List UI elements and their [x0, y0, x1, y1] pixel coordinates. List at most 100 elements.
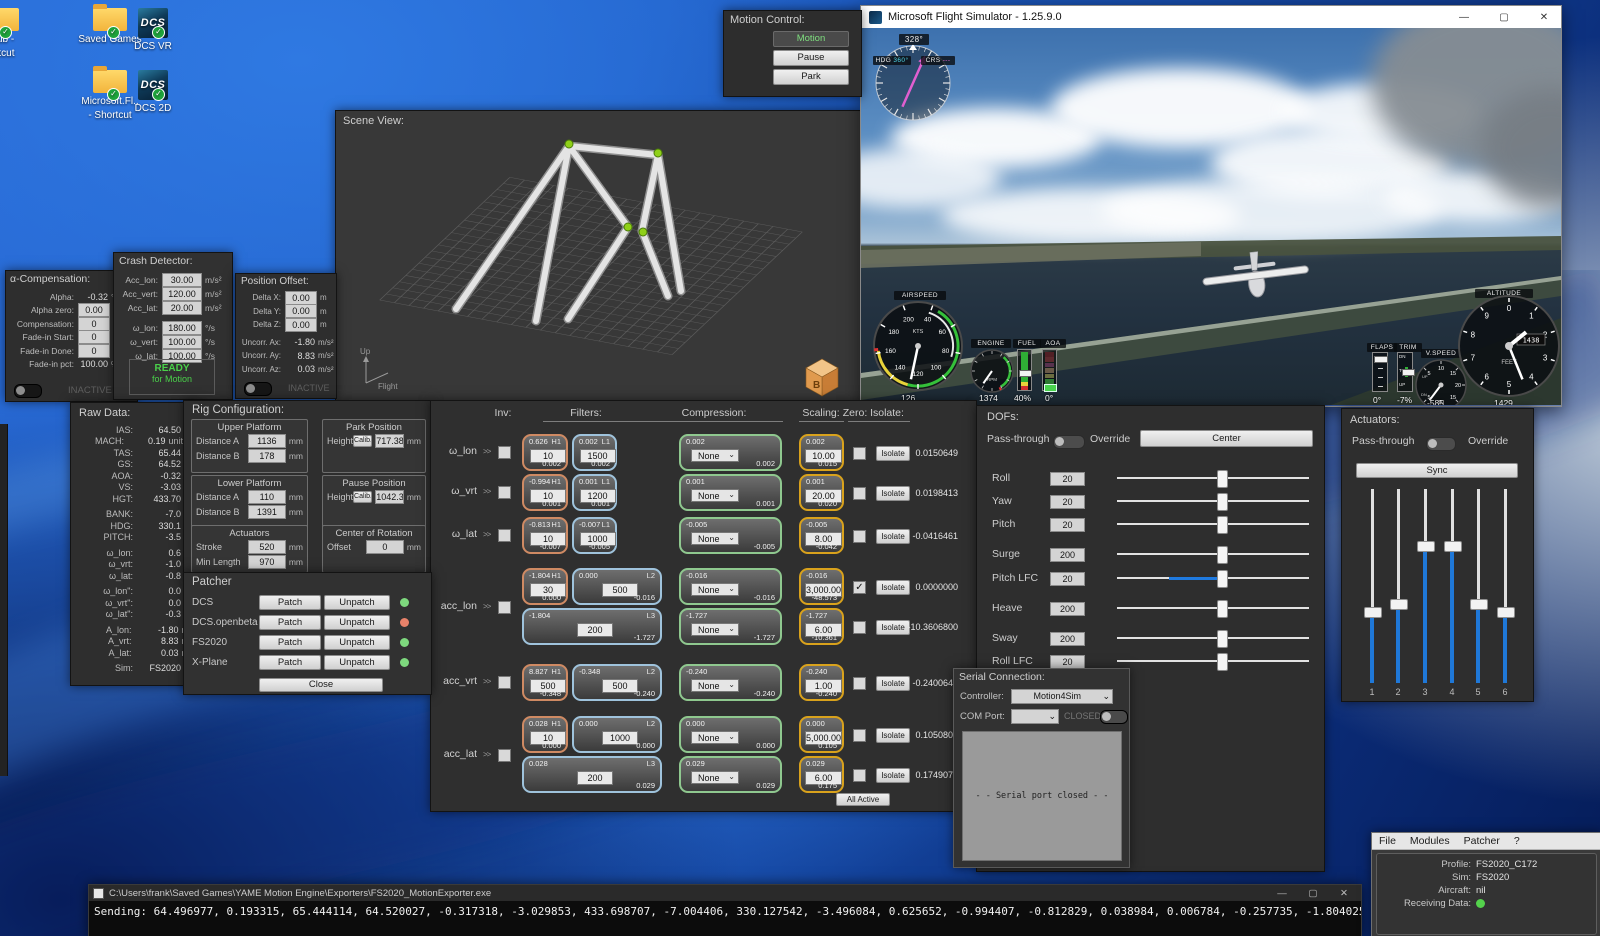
rig-row-input[interactable]: 520 [248, 540, 286, 554]
patch-button[interactable]: Patch [259, 615, 321, 630]
calibrate-button[interactable]: Calib. [353, 491, 372, 503]
zero-checkbox[interactable] [853, 487, 866, 500]
invert-checkbox[interactable] [498, 446, 511, 459]
patch-button[interactable]: Patch [259, 655, 321, 670]
alpha-compensation-toggle[interactable] [14, 384, 42, 398]
all-active-button[interactable]: All Active [836, 793, 890, 806]
actuator-slider-handle[interactable] [1364, 607, 1382, 618]
menu-item-patcher[interactable]: Patcher [1464, 835, 1500, 847]
invert-checkbox[interactable] [498, 486, 511, 499]
menu-item-file[interactable]: File [1379, 835, 1396, 847]
compression-select[interactable]: None [691, 731, 739, 744]
motion-control-button-pause[interactable]: Pause [773, 50, 849, 66]
dof-slider-handle[interactable] [1217, 570, 1228, 588]
crash-input[interactable]: 30.00 [162, 273, 202, 287]
desktop-icon-dcs-2d[interactable]: DCS✓DCS 2D [117, 70, 189, 114]
crash-input[interactable]: 120.00 [162, 287, 202, 301]
rig-row-input[interactable]: 970 [248, 555, 286, 569]
invert-checkbox[interactable] [498, 529, 511, 542]
zero-checkbox[interactable] [853, 769, 866, 782]
compression-select[interactable]: None [691, 583, 739, 596]
dof-value-input[interactable]: 20 [1050, 472, 1085, 486]
msfs-viewport[interactable]: 328°HDG 360°CRS ---AIRSPEED4060801001201… [861, 28, 1561, 405]
compression-select[interactable]: None [691, 771, 739, 784]
minimize-icon[interactable]: — [1447, 12, 1481, 23]
controller-select[interactable]: Motion4Sim ⌄ [1011, 689, 1113, 704]
crash-input[interactable]: 180.00 [162, 321, 202, 335]
rig-row-input[interactable]: 1136 [248, 434, 286, 448]
filter-param-input[interactable]: 1000 [602, 731, 638, 745]
crash-input[interactable]: 100.00 [162, 335, 202, 349]
rig-row-input[interactable]: 717.38 [375, 434, 404, 448]
alpha-input[interactable]: 0 [78, 344, 110, 358]
offset-input[interactable]: 0.00 [285, 291, 317, 305]
com-port-toggle[interactable] [1100, 710, 1128, 724]
dofs-passthrough-toggle[interactable] [1053, 435, 1085, 449]
motion-control-button-park[interactable]: Park [773, 69, 849, 85]
unpatch-button[interactable]: Unpatch [324, 595, 390, 610]
patcher-close-button[interactable]: Close [259, 678, 383, 692]
rig-3d-view[interactable]: B Up Flight [336, 111, 860, 403]
dof-value-input[interactable]: 200 [1050, 602, 1085, 616]
dof-slider-handle[interactable] [1217, 630, 1228, 648]
offset-input[interactable]: 0.00 [285, 318, 317, 332]
dof-slider-handle[interactable] [1217, 516, 1228, 534]
position-offset-toggle[interactable] [244, 382, 272, 396]
actuator-slider-handle[interactable] [1497, 607, 1515, 618]
actuators-passthrough-toggle[interactable] [1426, 437, 1456, 451]
patch-button[interactable]: Patch [259, 635, 321, 650]
compression-select[interactable]: None [691, 489, 739, 502]
zero-checkbox[interactable] [853, 677, 866, 690]
dofs-center-button[interactable]: Center [1140, 430, 1313, 447]
rig-row-input[interactable]: 1042.38 [375, 490, 404, 504]
close-icon[interactable]: ✕ [1331, 888, 1357, 899]
menu-item-help[interactable]: ? [1514, 835, 1520, 847]
alpha-input[interactable]: 0 [78, 330, 110, 344]
maximize-icon[interactable]: ▢ [1300, 888, 1326, 899]
invert-checkbox[interactable] [498, 601, 511, 614]
dof-value-input[interactable]: 20 [1050, 495, 1085, 509]
alpha-input[interactable]: 0.00 [78, 303, 110, 317]
invert-checkbox[interactable] [498, 749, 511, 762]
unpatch-button[interactable]: Unpatch [324, 615, 390, 630]
rig-row-input[interactable]: 178 [248, 449, 286, 463]
compression-select[interactable]: None [691, 623, 739, 636]
dof-slider-handle[interactable] [1217, 653, 1228, 671]
maximize-icon[interactable]: ▢ [1487, 12, 1521, 23]
desktop-icon-dcs-vr[interactable]: DCS✓DCS VR [117, 8, 189, 52]
invert-checkbox[interactable] [498, 676, 511, 689]
actuator-slider-handle[interactable] [1390, 599, 1408, 610]
console-title-bar[interactable]: C:\Users\frank\Saved Games\YAME Motion E… [89, 885, 1361, 901]
unpatch-button[interactable]: Unpatch [324, 655, 390, 670]
zero-checkbox[interactable] [853, 530, 866, 543]
filter-param-input[interactable]: 500 [602, 679, 638, 693]
close-icon[interactable]: ✕ [1527, 12, 1561, 23]
zero-checkbox[interactable] [853, 621, 866, 634]
desktop-icon-hub-shortcut[interactable]: ✓Hub -ortcut [0, 8, 38, 59]
actuators-sync-button[interactable]: Sync [1356, 463, 1518, 478]
dof-value-input[interactable]: 200 [1050, 548, 1085, 562]
rig-row-input[interactable]: 0 [366, 540, 404, 554]
dof-value-input[interactable]: 20 [1050, 572, 1085, 586]
filter-param-input[interactable]: 500 [602, 583, 638, 597]
dof-slider-handle[interactable] [1217, 600, 1228, 618]
actuator-slider-handle[interactable] [1470, 599, 1488, 610]
menu-item-modules[interactable]: Modules [1410, 835, 1450, 847]
unpatch-button[interactable]: Unpatch [324, 635, 390, 650]
view-gizmo-cube[interactable]: B [806, 359, 838, 396]
motion-control-button-motion[interactable]: Motion [773, 31, 849, 47]
offset-input[interactable]: 0.00 [285, 304, 317, 318]
dof-value-input[interactable]: 20 [1050, 518, 1085, 532]
msfs-title-bar[interactable]: Microsoft Flight Simulator - 1.25.9.0 — … [861, 6, 1561, 28]
compression-select[interactable]: None [691, 449, 739, 462]
rig-row-input[interactable]: 1391 [248, 505, 286, 519]
patch-button[interactable]: Patch [259, 595, 321, 610]
filter-param-input[interactable]: 200 [577, 623, 613, 637]
dof-value-input[interactable]: 200 [1050, 632, 1085, 646]
compression-select[interactable]: None [691, 679, 739, 692]
zero-checkbox[interactable] [853, 729, 866, 742]
zero-checkbox[interactable] [853, 447, 866, 460]
compression-select[interactable]: None [691, 532, 739, 545]
dof-slider-handle[interactable] [1217, 493, 1228, 511]
calibrate-button[interactable]: Calib. [353, 435, 372, 447]
